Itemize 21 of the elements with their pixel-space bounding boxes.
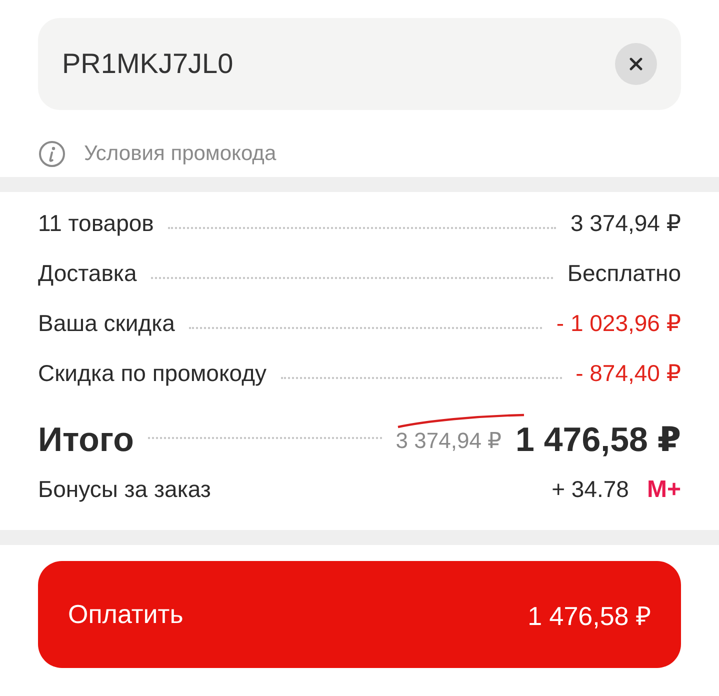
info-icon: [38, 140, 66, 168]
close-icon: [628, 56, 644, 72]
summary-value: 3 374,94 ₽: [570, 210, 681, 237]
summary-value: - 874,40 ₽: [576, 360, 681, 387]
promo-terms-link[interactable]: Условия промокода: [84, 142, 276, 166]
pay-button[interactable]: Оплатить 1 476,58 ₽: [38, 561, 681, 668]
total-label: Итого: [38, 420, 134, 460]
summary-value: - 1 023,96 ₽: [556, 310, 681, 337]
bonus-logo: M+: [646, 476, 681, 504]
total-price: 1 476,58 ₽: [516, 420, 681, 460]
summary-label: Ваша скидка: [38, 310, 175, 337]
summary-value: Бесплатно: [567, 260, 681, 287]
old-price: 3 374,94 ₽: [396, 428, 502, 452]
bonus-value: + 34.78: [552, 476, 629, 503]
bonus-label: Бонусы за заказ: [38, 476, 211, 503]
promo-code-value: PR1MKJ7JL0: [62, 48, 234, 80]
summary-label: Скидка по промокоду: [38, 360, 266, 387]
promo-code-field[interactable]: PR1MKJ7JL0: [38, 18, 681, 110]
summary-label: Доставка: [38, 260, 137, 287]
summary-label: 11 товаров: [38, 210, 154, 237]
clear-button[interactable]: [615, 43, 657, 85]
